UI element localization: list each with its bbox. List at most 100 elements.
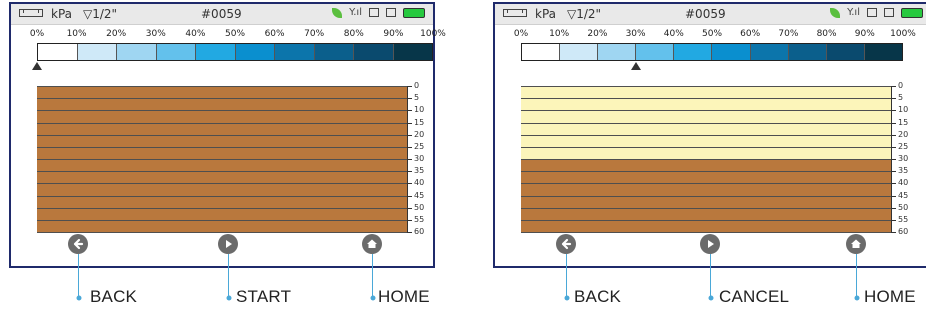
callout-line <box>856 254 857 297</box>
depth-line <box>37 171 407 173</box>
depth-line <box>37 86 407 87</box>
scale-label: 20% <box>587 29 608 39</box>
depth-tick-label: 40 <box>898 178 909 188</box>
scale-label: 80% <box>816 29 837 39</box>
scale-label: 50% <box>224 29 246 39</box>
depth-tick-label: 20 <box>414 129 425 139</box>
depth-tick-label: 35 <box>898 166 909 176</box>
status-icons: Y.ıl <box>830 7 923 18</box>
depth-line <box>37 134 407 136</box>
scale-cell <box>522 44 561 60</box>
scale-label: 0% <box>513 29 529 39</box>
home-button[interactable] <box>846 234 866 254</box>
depth-tick-label: 25 <box>898 141 909 151</box>
callout-dot <box>76 295 81 301</box>
depth-line <box>521 207 891 209</box>
depth-tick-label: 0 <box>414 81 420 90</box>
scale-cell <box>598 44 637 60</box>
depth-tick-label: 15 <box>414 117 425 127</box>
depth-line <box>37 183 407 185</box>
cancel-button[interactable] <box>700 234 720 254</box>
scale-label: 100% <box>890 29 916 39</box>
depth-tick-label: 15 <box>898 117 909 127</box>
callout-line <box>710 254 711 297</box>
scale-label: 40% <box>185 29 206 39</box>
scale-cell <box>196 44 236 60</box>
depth-line <box>521 219 891 221</box>
leaf-icon <box>332 7 343 18</box>
scale-label: 10% <box>66 29 87 39</box>
status-icons: Y.ıl <box>332 7 425 18</box>
scale-cell <box>826 44 865 60</box>
button-callout-label: HOME <box>378 287 430 306</box>
save-icon <box>884 8 894 17</box>
units-label: kPa <box>51 7 72 21</box>
callout-line <box>566 254 567 297</box>
scale-label: 70% <box>778 29 799 39</box>
depth-line <box>521 171 891 173</box>
button-callout-label: START <box>236 287 292 306</box>
device-id: #0059 <box>201 7 242 21</box>
signal-icon: Y.ıl <box>349 7 362 18</box>
depth-line <box>521 98 891 100</box>
callout-dot <box>370 295 375 301</box>
ruler-icon <box>503 9 527 17</box>
scale-cell <box>864 44 902 60</box>
depth-tick-label: 10 <box>898 105 909 115</box>
scale-label: 90% <box>383 29 404 39</box>
scale-cell <box>38 44 78 60</box>
scale-cell <box>712 44 751 60</box>
scale-cell <box>77 44 117 60</box>
depth-tick-label: 35 <box>414 166 425 176</box>
scale-cell <box>354 44 394 60</box>
depth-line <box>37 219 407 221</box>
depth-line <box>521 232 891 233</box>
depth-tick-label: 40 <box>414 178 425 188</box>
scale-cell <box>314 44 354 60</box>
scale-cell <box>750 44 789 60</box>
scale-label: 30% <box>145 29 166 39</box>
save-icon <box>386 8 396 17</box>
depth-tick-label: 30 <box>898 154 909 163</box>
depth-tick-label: 55 <box>414 214 425 224</box>
button-callout-label: CANCEL <box>719 287 790 306</box>
depth-line <box>37 195 407 197</box>
home-button[interactable] <box>362 234 382 254</box>
back-button[interactable] <box>68 234 88 254</box>
depth-tick-label: 60 <box>898 227 909 236</box>
sd-card-icon <box>369 8 379 17</box>
depth-line <box>37 159 407 160</box>
sd-card-icon <box>867 8 877 17</box>
depth-line <box>37 98 407 100</box>
depth-line <box>521 122 891 124</box>
depth-line <box>521 183 891 185</box>
scale-label: 70% <box>304 29 325 39</box>
callout-line <box>372 254 373 297</box>
back-button[interactable] <box>556 234 576 254</box>
depth-line <box>37 110 407 112</box>
status-bar: kPa ▽1/2" #0059 Y.ıl <box>11 4 433 25</box>
units-label: kPa <box>535 7 556 21</box>
callout-dot <box>854 295 859 301</box>
scale-cell <box>393 44 432 60</box>
battery-icon <box>901 7 923 18</box>
depth-line <box>37 232 407 233</box>
scale-marker-icon <box>32 62 42 70</box>
depth-line <box>521 134 891 136</box>
depth-tick-label: 10 <box>414 105 425 115</box>
button-callout-label: BACK <box>574 287 622 306</box>
scale-cell <box>235 44 275 60</box>
scale-label: 90% <box>854 29 875 39</box>
scale-label: 30% <box>625 29 646 39</box>
scale-cell <box>117 44 157 60</box>
depth-line <box>37 207 407 209</box>
callout-line <box>228 254 229 297</box>
scale-label: 0% <box>29 29 45 39</box>
scale-cell <box>788 44 827 60</box>
button-callout-label: HOME <box>864 287 916 306</box>
depth-tick-label: 20 <box>898 129 909 139</box>
filter-label: ▽1/2" <box>83 7 118 21</box>
start-button[interactable] <box>218 234 238 254</box>
scale-label: 20% <box>106 29 127 39</box>
battery-icon <box>403 7 425 18</box>
